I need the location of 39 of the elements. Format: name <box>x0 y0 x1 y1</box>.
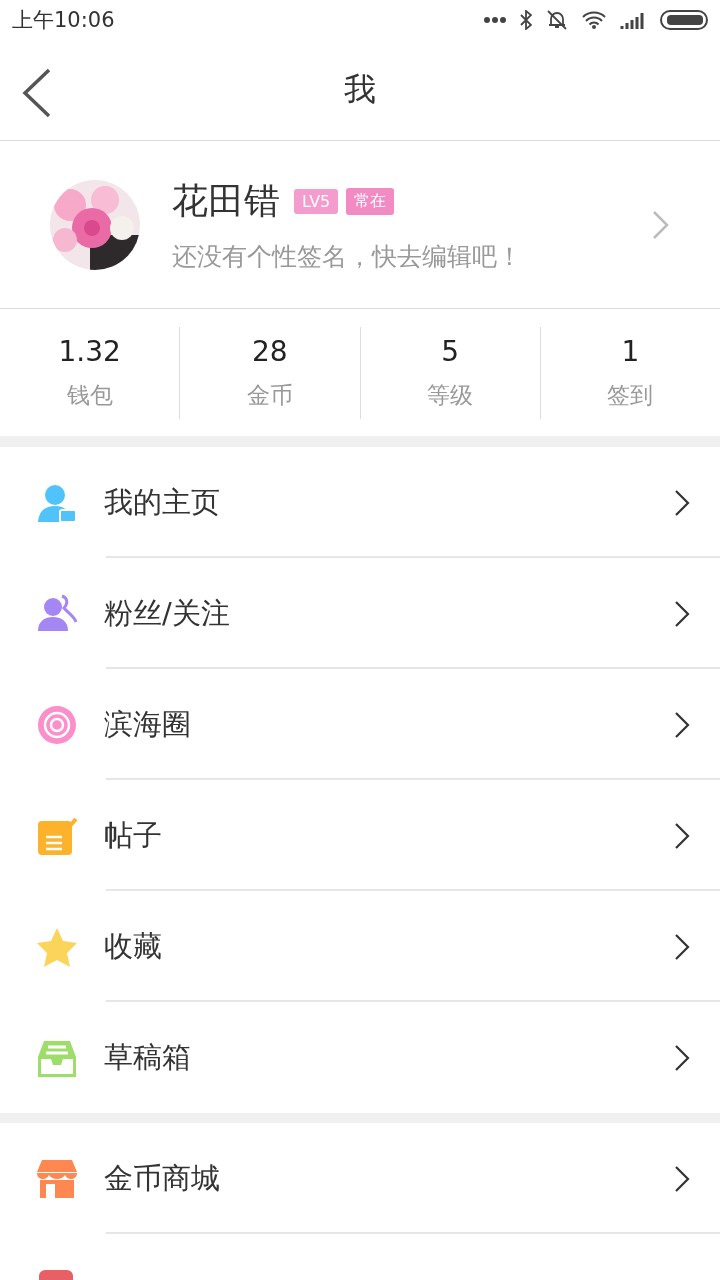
chevron-right-icon <box>674 599 690 628</box>
chevron-right-icon <box>674 1043 690 1072</box>
stat-label: 金币 <box>246 380 293 410</box>
signal-icon <box>620 11 646 29</box>
menu-item[interactable]: 滨海圈 <box>0 669 720 780</box>
more-icon <box>484 17 506 23</box>
page-title: 我 <box>344 69 376 110</box>
chevron-right-icon <box>674 1164 690 1193</box>
battery-icon <box>660 10 708 30</box>
menu-item[interactable]: 收藏 <box>0 891 720 1002</box>
muted-bell-icon <box>546 9 568 31</box>
stat-value: 28 <box>252 334 288 368</box>
user-name: 花田错 <box>172 178 280 223</box>
chevron-right-icon <box>674 932 690 961</box>
stat-label: 签到 <box>607 380 654 410</box>
chevron-right-icon <box>674 488 690 517</box>
target-icon <box>36 703 78 746</box>
stat-value: 1.32 <box>58 334 121 368</box>
menu-item[interactable]: 我的主页 <box>0 447 720 558</box>
stat-value: 5 <box>441 334 460 368</box>
chevron-right-icon <box>652 209 670 240</box>
profile-card[interactable]: 花田错 LV5 常在 还没有个性签名，快去编辑吧！ <box>0 141 720 309</box>
shop-icon <box>36 1157 78 1200</box>
user-badge: LV5 <box>294 188 339 214</box>
menu-item[interactable]: 粉丝/关注 <box>0 558 720 669</box>
stat-label: 等级 <box>427 380 474 410</box>
stat-value: 1 <box>621 334 640 368</box>
menu-item[interactable]: 草稿箱 <box>0 1002 720 1113</box>
bluetooth-icon <box>520 10 532 30</box>
back-icon[interactable] <box>22 68 52 118</box>
stat-label: 钱包 <box>66 380 113 410</box>
wifi-icon <box>582 11 606 29</box>
status-time: 上午10:06 <box>12 7 115 34</box>
menu-item[interactable]: 金币商城 <box>0 1123 720 1234</box>
signature-text: 还没有个性签名，快去编辑吧！ <box>172 240 523 273</box>
user-badge: 常在 <box>346 187 395 215</box>
menu-item[interactable]: 帖子 <box>0 780 720 891</box>
chevron-right-icon <box>674 710 690 739</box>
chevron-right-icon <box>674 821 690 850</box>
